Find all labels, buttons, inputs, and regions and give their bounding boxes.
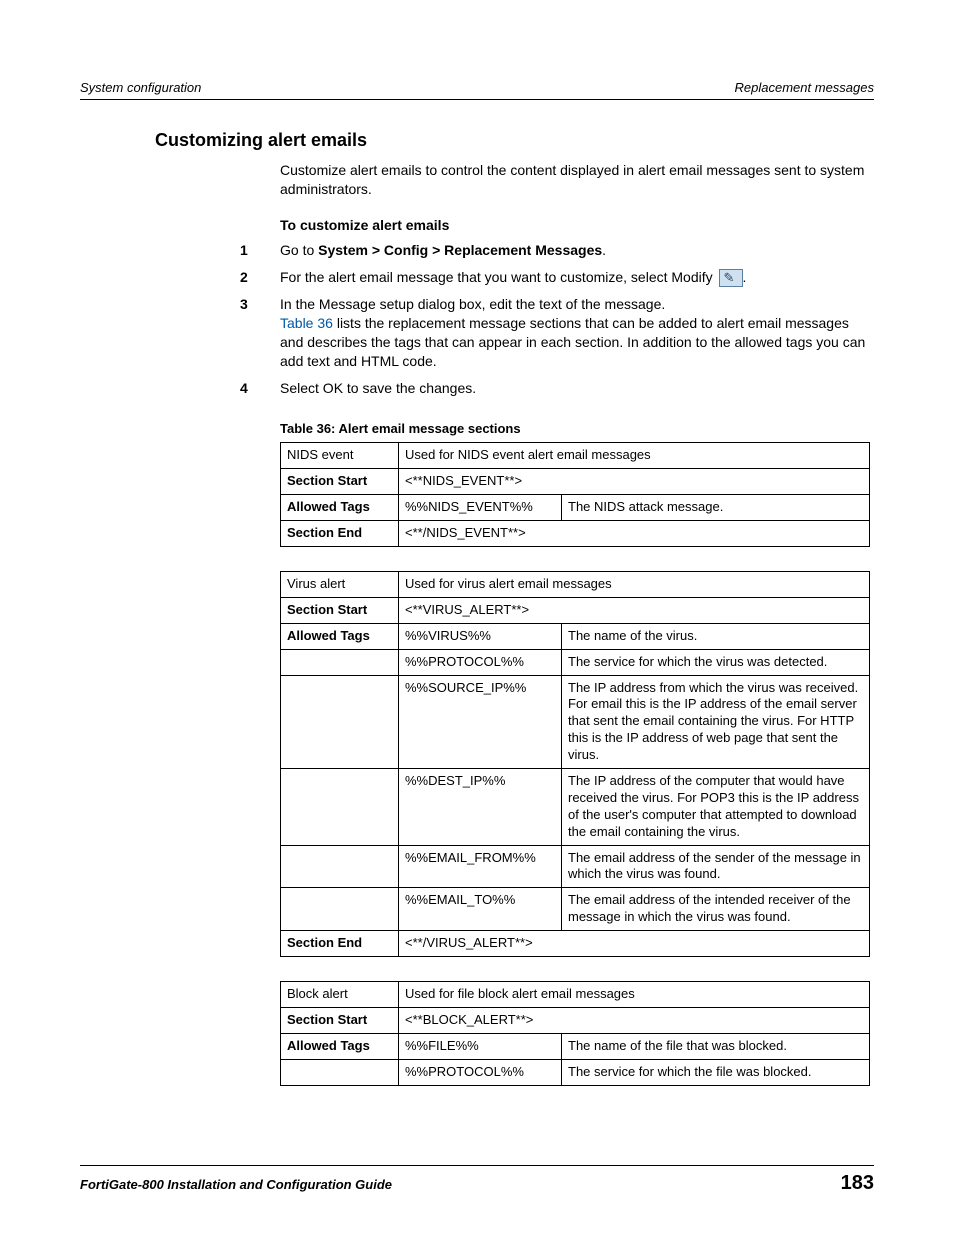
step-1-text-a: Go to (280, 242, 318, 258)
table-row: %%PROTOCOL%% The service for which the f… (281, 1059, 870, 1085)
table-row: %%SOURCE_IP%% The IP address from which … (281, 675, 870, 768)
running-header: System configuration Replacement message… (80, 80, 874, 100)
step-number: 1 (240, 241, 280, 260)
table-desc: Used for NIDS event alert email messages (399, 443, 870, 469)
section-heading: Customizing alert emails (155, 130, 874, 151)
table-desc: Used for virus alert email messages (399, 571, 870, 597)
section-end-value: <**/NIDS_EVENT**> (399, 521, 870, 547)
section-end-value: <**/VIRUS_ALERT**> (399, 931, 870, 957)
step-4-text: Select OK to save the changes. (280, 379, 874, 398)
procedure-heading: To customize alert emails (280, 217, 874, 233)
table-row: Section End <**/VIRUS_ALERT**> (281, 931, 870, 957)
table-nids-event: NIDS event Used for NIDS event alert ema… (280, 442, 870, 547)
table-title: NIDS event (281, 443, 399, 469)
tag-desc: The name of the virus. (562, 623, 870, 649)
table-ref-link[interactable]: Table 36 (280, 315, 333, 331)
header-left: System configuration (80, 80, 201, 95)
section-start-value: <**BLOCK_ALERT**> (399, 1007, 870, 1033)
tag-desc: The service for which the virus was dete… (562, 649, 870, 675)
row-label-start: Section Start (281, 469, 399, 495)
tag-desc: The service for which the file was block… (562, 1059, 870, 1085)
page-number: 183 (841, 1172, 874, 1195)
tag-desc: The email address of the intended receiv… (562, 888, 870, 931)
tag-desc: The IP address of the computer that woul… (562, 769, 870, 846)
tag-name: %%SOURCE_IP%% (399, 675, 562, 768)
tag-name: %%FILE%% (399, 1033, 562, 1059)
table-row: %%DEST_IP%% The IP address of the comput… (281, 769, 870, 846)
table-title: Block alert (281, 982, 399, 1008)
step-3: 3 In the Message setup dialog box, edit … (80, 295, 874, 371)
tag-name: %%PROTOCOL%% (399, 649, 562, 675)
step-number: 4 (240, 379, 280, 398)
row-label-tags: Allowed Tags (281, 1033, 399, 1059)
tag-name: %%EMAIL_TO%% (399, 888, 562, 931)
table-virus-alert: Virus alert Used for virus alert email m… (280, 571, 870, 957)
row-label-end: Section End (281, 931, 399, 957)
section-start-value: <**VIRUS_ALERT**> (399, 597, 870, 623)
step-3-text: In the Message setup dialog box, edit th… (280, 295, 874, 314)
tag-name: %%PROTOCOL%% (399, 1059, 562, 1085)
tag-desc: The name of the file that was blocked. (562, 1033, 870, 1059)
table-row: Section Start <**BLOCK_ALERT**> (281, 1007, 870, 1033)
modify-icon (719, 269, 743, 287)
table-row: Section Start <**NIDS_EVENT**> (281, 469, 870, 495)
table-row: Virus alert Used for virus alert email m… (281, 571, 870, 597)
header-right: Replacement messages (735, 80, 874, 95)
table-row: NIDS event Used for NIDS event alert ema… (281, 443, 870, 469)
tag-name: %%VIRUS%% (399, 623, 562, 649)
table-desc: Used for file block alert email messages (399, 982, 870, 1008)
table-row: Allowed Tags %%FILE%% The name of the fi… (281, 1033, 870, 1059)
table-title: Virus alert (281, 571, 399, 597)
row-label-tags: Allowed Tags (281, 495, 399, 521)
table-row: Allowed Tags %%VIRUS%% The name of the v… (281, 623, 870, 649)
tag-name: %%NIDS_EVENT%% (399, 495, 562, 521)
step-3b-text: lists the replacement message sections t… (280, 315, 865, 369)
table-row: Allowed Tags %%NIDS_EVENT%% The NIDS att… (281, 495, 870, 521)
row-label-start: Section Start (281, 597, 399, 623)
page-footer: FortiGate-800 Installation and Configura… (80, 1165, 874, 1195)
intro-paragraph: Customize alert emails to control the co… (280, 161, 874, 199)
table-row: Section Start <**VIRUS_ALERT**> (281, 597, 870, 623)
step-number: 3 (240, 295, 280, 371)
row-label-tags: Allowed Tags (281, 623, 399, 649)
table-row: Block alert Used for file block alert em… (281, 982, 870, 1008)
tag-name: %%EMAIL_FROM%% (399, 845, 562, 888)
row-label-end: Section End (281, 521, 399, 547)
table-row: %%PROTOCOL%% The service for which the v… (281, 649, 870, 675)
tag-desc: The NIDS attack message. (562, 495, 870, 521)
table-row: %%EMAIL_TO%% The email address of the in… (281, 888, 870, 931)
section-start-value: <**NIDS_EVENT**> (399, 469, 870, 495)
step-2: 2 For the alert email message that you w… (80, 268, 874, 287)
tag-desc: The IP address from which the virus was … (562, 675, 870, 768)
row-label-start: Section Start (281, 1007, 399, 1033)
tag-desc: The email address of the sender of the m… (562, 845, 870, 888)
step-2-text: For the alert email message that you wan… (280, 269, 717, 285)
footer-title: FortiGate-800 Installation and Configura… (80, 1177, 392, 1192)
table-block-alert: Block alert Used for file block alert em… (280, 981, 870, 1086)
step-4: 4 Select OK to save the changes. (80, 379, 874, 398)
step-number: 2 (240, 268, 280, 287)
step-1-path: System > Config > Replacement Messages (318, 242, 602, 258)
table-row: Section End <**/NIDS_EVENT**> (281, 521, 870, 547)
tag-name: %%DEST_IP%% (399, 769, 562, 846)
step-1-text-c: . (602, 242, 606, 258)
table-row: %%EMAIL_FROM%% The email address of the … (281, 845, 870, 888)
step-1: 1 Go to System > Config > Replacement Me… (80, 241, 874, 260)
table-caption: Table 36: Alert email message sections (280, 421, 874, 436)
